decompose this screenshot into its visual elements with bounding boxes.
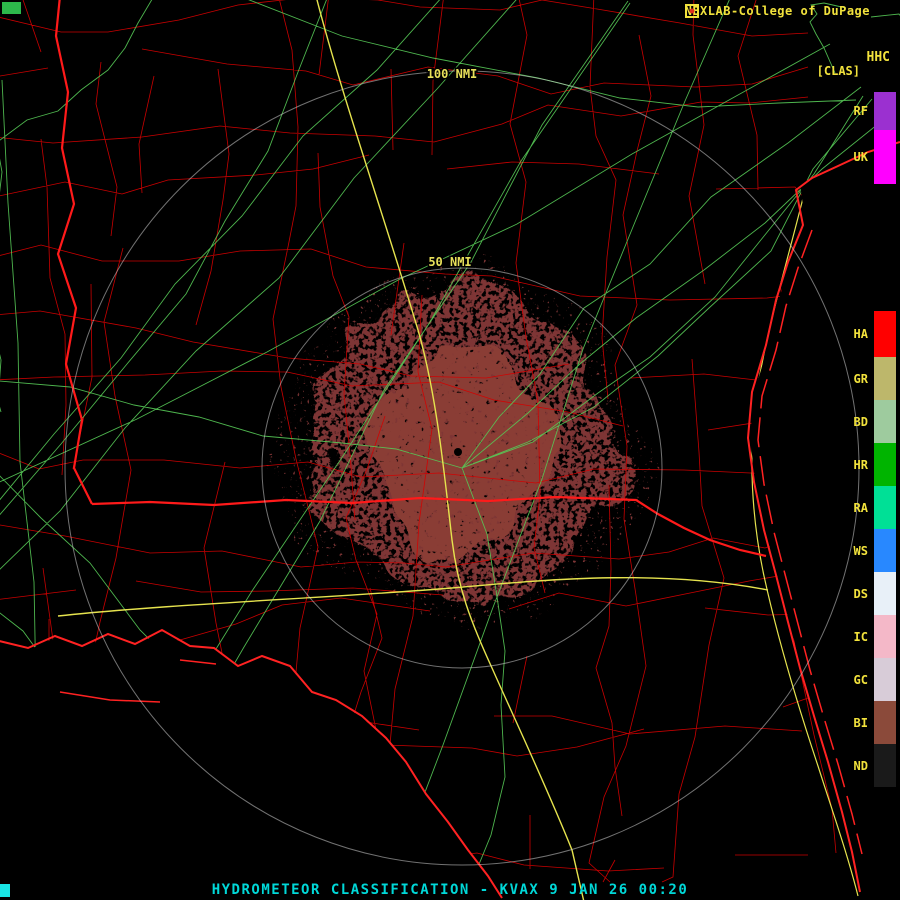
corner-marker-top-left: [2, 2, 21, 14]
legend-item: RF: [854, 92, 896, 130]
legend-item: BD: [854, 400, 896, 443]
corner-marker-bottom-left: [0, 884, 10, 897]
legend-item: [854, 184, 896, 311]
legend-label: DS: [853, 586, 868, 601]
legend-item: GC: [854, 658, 896, 701]
product-title: HYDROMETEOR CLASSIFICATION - KVAX 9 JAN …: [211, 882, 689, 898]
legend-swatch: [874, 615, 896, 658]
legend-swatch: [874, 130, 896, 184]
legend-item: WS: [854, 529, 896, 572]
legend-label: HR: [853, 457, 868, 472]
legend-label: GC: [853, 672, 868, 687]
legend-label: ND: [853, 758, 868, 773]
legend-label: RA: [853, 500, 868, 515]
legend-item: DS: [854, 572, 896, 615]
legend-item: HA: [854, 311, 896, 357]
legend-label: UK: [853, 150, 868, 164]
legend-swatch: [874, 658, 896, 701]
map-canvas: 100 NMI 50 NMI: [0, 0, 900, 900]
legend-item: GR: [854, 357, 896, 400]
legend-swatch: [874, 357, 896, 400]
legend-item: BI: [854, 701, 896, 744]
legend-label: IC: [853, 629, 868, 644]
legend-swatch: [874, 701, 896, 744]
legend-swatch: [874, 311, 896, 357]
legend-label: BI: [853, 715, 868, 730]
legend-swatch: [874, 92, 896, 130]
brand-text: NEXLAB-College of DuPage: [684, 4, 870, 18]
radar-site-marker: [454, 448, 462, 456]
product-code-label: HHC: [866, 50, 890, 65]
legend-label: HA: [853, 327, 868, 341]
product-tag-label: [CLAS]: [816, 64, 860, 78]
radar-display: 100 NMI 50 NMI NEXLAB-College of DuPage …: [0, 0, 900, 900]
legend-item: ND: [854, 744, 896, 787]
legend-swatch: [874, 572, 896, 615]
legend-label: BD: [853, 414, 868, 429]
legend-item: [854, 787, 896, 832]
barrier-islands-atlantic: [757, 229, 863, 855]
legend-label: WS: [853, 543, 868, 558]
legend-panel: RF UK HA GR BD HR RA WS DS IC GC BI ND: [854, 92, 896, 832]
legend-label: GR: [853, 371, 868, 386]
legend-swatch: [874, 184, 896, 311]
legend-item: HR: [854, 443, 896, 486]
range-ring-label-50: 50 NMI: [428, 255, 471, 269]
legend-item: IC: [854, 615, 896, 658]
legend-swatch: [874, 529, 896, 572]
legend-swatch: [874, 400, 896, 443]
legend-label: RF: [853, 104, 868, 118]
barrier-islands-gulf: [59, 659, 217, 703]
legend-swatch: [874, 486, 896, 529]
legend-swatch: [874, 787, 896, 832]
legend-item: UK: [854, 130, 896, 184]
legend-swatch: [874, 443, 896, 486]
nexlab-logo-icon: [684, 4, 699, 18]
legend-swatch: [874, 744, 896, 787]
coastline-gulf: [0, 628, 503, 899]
legend-item: RA: [854, 486, 896, 529]
range-ring-label-100: 100 NMI: [427, 67, 478, 81]
brand-bar: NEXLAB-College of DuPage: [684, 4, 870, 18]
